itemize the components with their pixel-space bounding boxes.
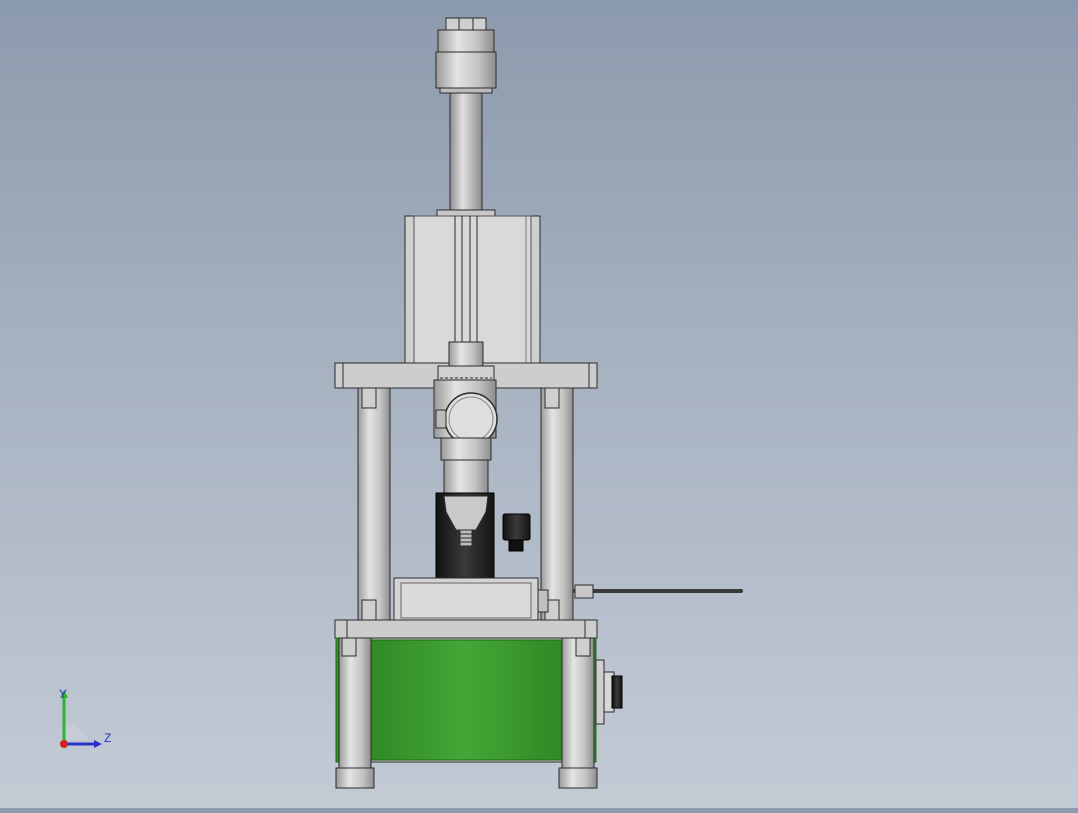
cad-viewport[interactable]: Y Z [0,0,1078,808]
rod-collar [436,209,496,217]
y-axis-label: Y [59,687,67,701]
x-axis-origin [60,740,68,748]
z-axis-arrow [94,740,102,748]
triad-plane [64,724,88,740]
side-cable [573,584,743,599]
base-block [393,577,549,621]
leg-right [558,637,598,789]
piston-rod [449,92,483,214]
top-nut [435,17,497,94]
adjust-knob [502,513,531,552]
z-axis-label: Z [104,731,111,745]
lower-plate [334,619,598,639]
guide-column-left [357,387,391,621]
orientation-triad[interactable]: Y Z [50,684,120,754]
press-head [440,437,492,501]
guide-column-right [540,387,574,621]
side-connector [595,659,623,725]
leg-left [335,637,375,789]
fixture-block [435,492,495,582]
model-drawing[interactable] [0,0,1078,808]
green-cover [335,637,597,763]
